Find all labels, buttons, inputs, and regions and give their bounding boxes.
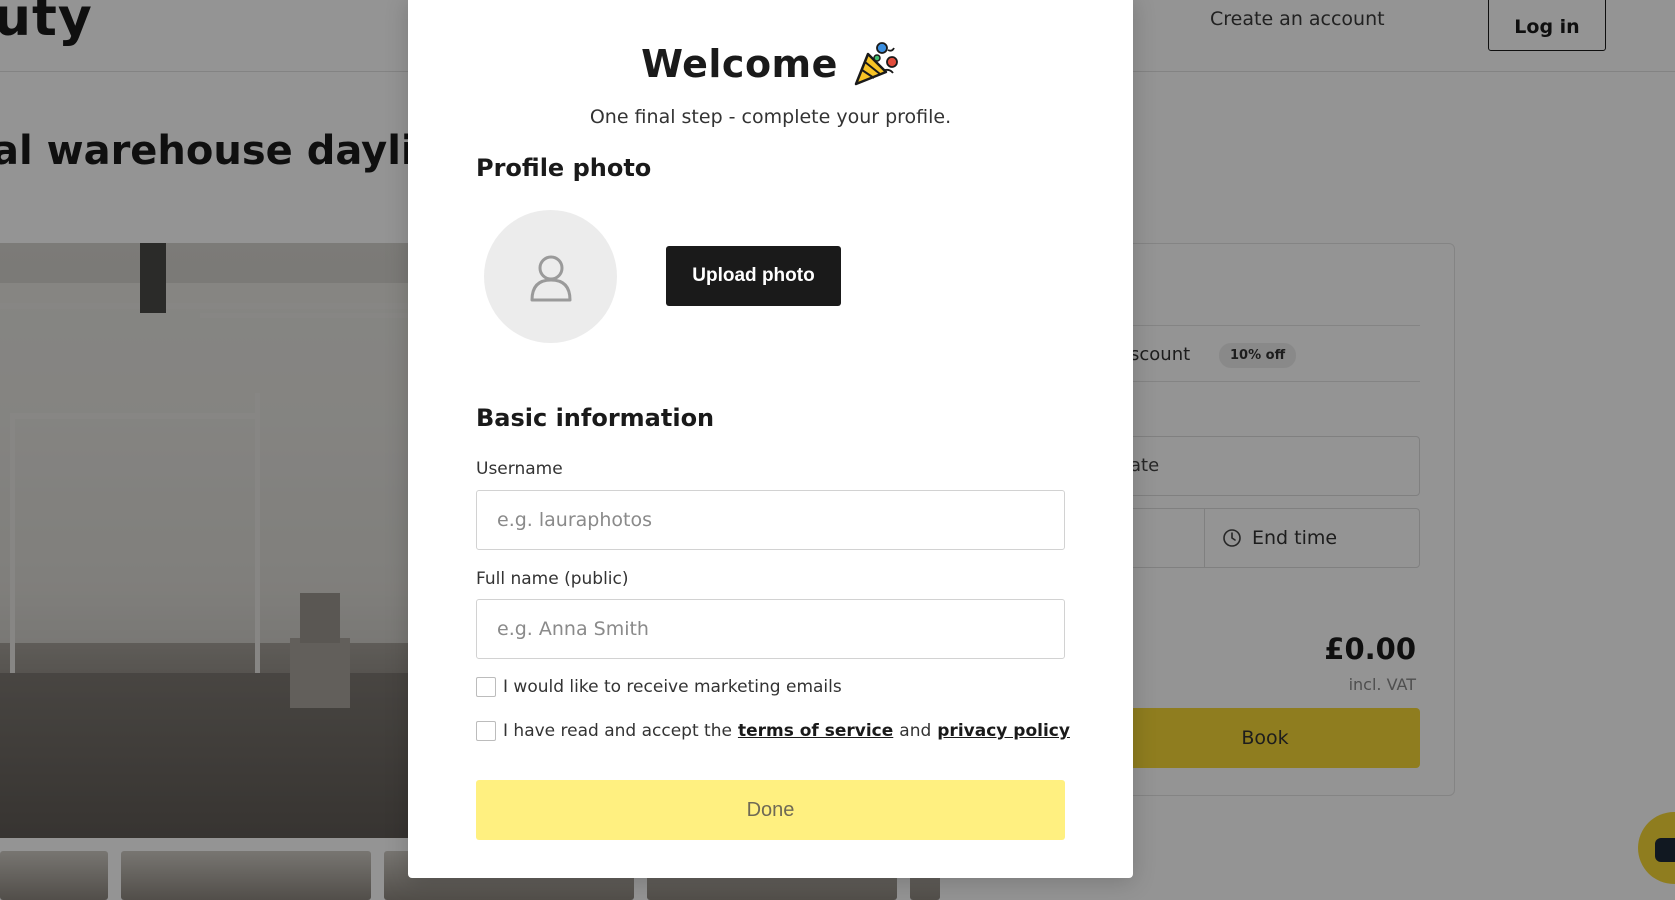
modal-subtitle: One final step - complete your profile. (589, 106, 952, 128)
basic-information-heading: Basic information (476, 404, 715, 432)
done-button[interactable]: Done (476, 780, 1065, 840)
modal-title: Welcome (641, 42, 838, 86)
marketing-consent-row: I would like to receive marketing emails (476, 677, 842, 697)
terms-consent-row: I have read and accept the terms of serv… (476, 721, 1076, 741)
modal-title-row: Welcome (408, 40, 1133, 88)
terms-of-service-link[interactable]: terms of service (738, 721, 893, 741)
terms-checkbox[interactable] (476, 721, 496, 741)
username-label: Username (476, 459, 563, 479)
privacy-policy-link[interactable]: privacy policy (937, 721, 1070, 741)
party-popper-icon (854, 42, 898, 86)
full-name-input[interactable] (476, 599, 1065, 659)
complete-profile-modal: Welcome One final step - complete your p… (408, 0, 1133, 878)
user-icon (530, 255, 571, 301)
marketing-emails-checkbox[interactable] (476, 677, 496, 697)
full-name-label: Full name (public) (476, 569, 629, 589)
username-input[interactable] (476, 490, 1065, 550)
terms-prefix-text: I have read and accept the (503, 721, 732, 741)
profile-photo-heading: Profile photo (476, 154, 652, 182)
terms-and-text: and (899, 721, 932, 741)
upload-photo-button[interactable]: Upload photo (666, 246, 841, 306)
profile-avatar-placeholder (484, 210, 617, 343)
marketing-emails-label[interactable]: I would like to receive marketing emails (503, 677, 842, 697)
